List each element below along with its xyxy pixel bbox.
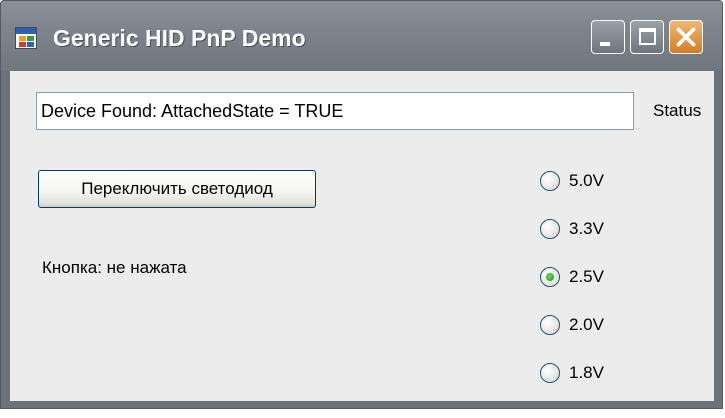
radio-label: 3.3V [569, 219, 604, 238]
maximize-icon [639, 28, 656, 45]
radio-circle-icon[interactable] [540, 267, 560, 287]
radio-circle-icon[interactable] [540, 219, 560, 239]
voltage-radio-3-3v[interactable]: 3.3V [540, 216, 604, 242]
button-state-label: Кнопка: не нажата [42, 258, 187, 277]
title-bar[interactable]: Generic HID PnP Demo [1, 1, 722, 71]
maximize-button[interactable] [630, 20, 664, 54]
close-icon [676, 27, 696, 47]
radio-label: 2.0V [569, 315, 604, 334]
radio-circle-icon[interactable] [540, 171, 560, 191]
voltage-radio-5-0v[interactable]: 5.0V [540, 168, 604, 194]
app-window: Generic HID PnP Demo Device Found: Attac… [0, 0, 723, 409]
voltage-radio-2-5v[interactable]: 2.5V [540, 264, 604, 290]
toggle-led-button[interactable]: Переключить светодиод [38, 170, 316, 208]
voltage-radio-1-8v[interactable]: 1.8V [540, 360, 604, 386]
minimize-icon [600, 42, 610, 46]
voltage-radio-2-0v[interactable]: 2.0V [540, 312, 604, 338]
client-area: Device Found: AttachedState = TRUE Statu… [10, 71, 714, 401]
app-window-icon[interactable] [15, 27, 37, 49]
status-label: Status [653, 101, 702, 120]
radio-label: 2.5V [569, 267, 604, 286]
radio-circle-icon[interactable] [540, 315, 560, 335]
radio-label: 1.8V [569, 363, 604, 382]
close-button[interactable] [669, 20, 703, 54]
radio-circle-icon[interactable] [540, 363, 560, 383]
radio-label: 5.0V [569, 171, 604, 190]
window-title: Generic HID PnP Demo [53, 25, 306, 51]
minimize-button[interactable] [591, 20, 625, 54]
status-textbox[interactable]: Device Found: AttachedState = TRUE [36, 92, 634, 130]
